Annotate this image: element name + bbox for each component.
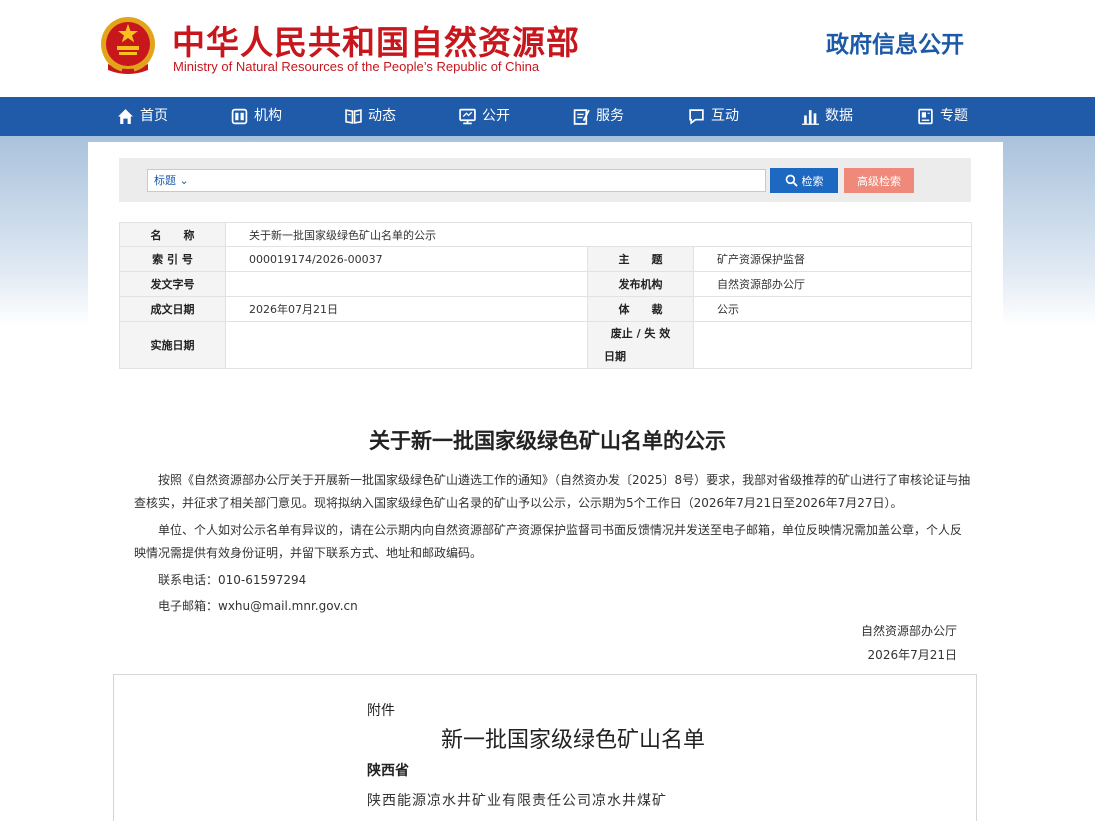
- meta-name-value: 关于新一批国家级绿色矿山名单的公示: [225, 222, 972, 247]
- service-icon: [573, 109, 590, 125]
- organization-icon: [231, 108, 248, 125]
- search-button-label: 检索: [801, 174, 824, 188]
- contact-phone: 联系电话：010-61597294: [158, 573, 307, 587]
- nav-item-label: 互动: [711, 108, 739, 124]
- nav-item-label: 专题: [940, 108, 968, 124]
- article-paragraph-1: 按照《自然资源部办公厅关于开展新一批国家级绿色矿山遴选工作的通知》（自然资办发〔…: [134, 473, 971, 510]
- site-title-en[interactable]: Ministry of Natural Resources of the Peo…: [173, 59, 539, 74]
- nav-item-label: 数据: [825, 108, 853, 124]
- disclosure-icon: [459, 108, 476, 125]
- gov-info-title[interactable]: 政府信息公开: [826, 25, 964, 59]
- data-chart-icon: [802, 110, 819, 125]
- meta-index-value: 000019174/2026-00037: [225, 246, 588, 272]
- meta-genre-value: 公示: [693, 296, 972, 322]
- meta-expire-value: [693, 321, 972, 369]
- meta-effective-label: 实施日期: [119, 321, 226, 369]
- signature-date: 2026年7月21日: [867, 648, 957, 662]
- meta-publisher-value: 自然资源部办公厅: [693, 271, 972, 297]
- nav-item-topic[interactable]: 专题: [917, 97, 968, 136]
- search-icon: [785, 174, 798, 187]
- meta-date-label: 成文日期: [119, 296, 226, 322]
- nav-item-news[interactable]: 动态: [345, 97, 396, 136]
- meta-expire-label: 废止 / 失 效 日期: [587, 321, 694, 369]
- search-type-select[interactable]: 标题 ⌄: [152, 170, 191, 191]
- attachment-label: 附件: [367, 703, 395, 719]
- site-header: 中华人民共和国自然资源部 Ministry of Natural Resourc…: [0, 0, 1095, 97]
- meta-docno-label: 发文字号: [119, 271, 226, 297]
- nav-item-home[interactable]: 首页: [117, 97, 168, 136]
- meta-docno-value: [225, 271, 588, 297]
- chevron-down-icon: ⌄: [179, 174, 189, 187]
- nav-item-label: 服务: [596, 108, 624, 124]
- meta-subject-value: 矿产资源保护监督: [693, 246, 972, 272]
- meta-name-label: 名 称: [119, 222, 226, 247]
- attachment-mine-item: 陕西能源凉水井矿业有限责任公司凉水井煤矿: [367, 793, 667, 809]
- nav-item-label: 机构: [254, 108, 282, 124]
- main-nav: 首页 机构 动态 公开 服务 互动 数据 专题: [0, 97, 1095, 136]
- nav-item-disclosure[interactable]: 公开: [459, 97, 510, 136]
- topic-icon: [918, 108, 933, 125]
- advanced-search-button[interactable]: 高级检索: [844, 168, 914, 193]
- attachment-province: 陕西省: [367, 763, 409, 779]
- document-meta-table: 名 称 关于新一批国家级绿色矿山名单的公示 索 引 号 000019174/20…: [119, 222, 972, 369]
- nav-item-interaction[interactable]: 互动: [688, 97, 739, 136]
- nav-item-label: 首页: [140, 108, 168, 124]
- home-icon: [118, 109, 133, 124]
- contact-email: 电子邮箱：wxhu@mail.mnr.gov.cn: [158, 599, 358, 613]
- meta-publisher-label: 发布机构: [587, 271, 694, 297]
- news-icon: [345, 109, 362, 124]
- meta-genre-label: 体 裁: [587, 296, 694, 322]
- meta-effective-value: [225, 321, 588, 369]
- nav-item-label: 公开: [482, 108, 510, 124]
- article-paragraph-2: 单位、个人如对公示名单有异议的，请在公示期内向自然资源部矿产资源保护监督司书面反…: [134, 523, 963, 560]
- meta-subject-label: 主 题: [587, 246, 694, 272]
- meta-date-value: 2026年07月21日: [225, 296, 588, 322]
- search-button[interactable]: 检索: [770, 168, 838, 193]
- nav-item-service[interactable]: 服务: [573, 97, 624, 136]
- nav-item-label: 动态: [368, 108, 396, 124]
- attachment-title: 新一批国家级绿色矿山名单: [441, 728, 706, 753]
- site-title-cn[interactable]: 中华人民共和国自然资源部: [172, 16, 580, 64]
- nav-item-organization[interactable]: 机构: [231, 97, 282, 136]
- article-title: 关于新一批国家级绿色矿山名单的公示: [369, 429, 726, 453]
- national-emblem-icon[interactable]: [98, 14, 158, 76]
- nav-item-data[interactable]: 数据: [802, 97, 853, 136]
- chat-icon: [689, 109, 704, 125]
- signature-org: 自然资源部办公厅: [860, 624, 957, 638]
- search-input[interactable]: 标题 ⌄: [147, 169, 766, 192]
- meta-index-label: 索 引 号: [119, 246, 226, 272]
